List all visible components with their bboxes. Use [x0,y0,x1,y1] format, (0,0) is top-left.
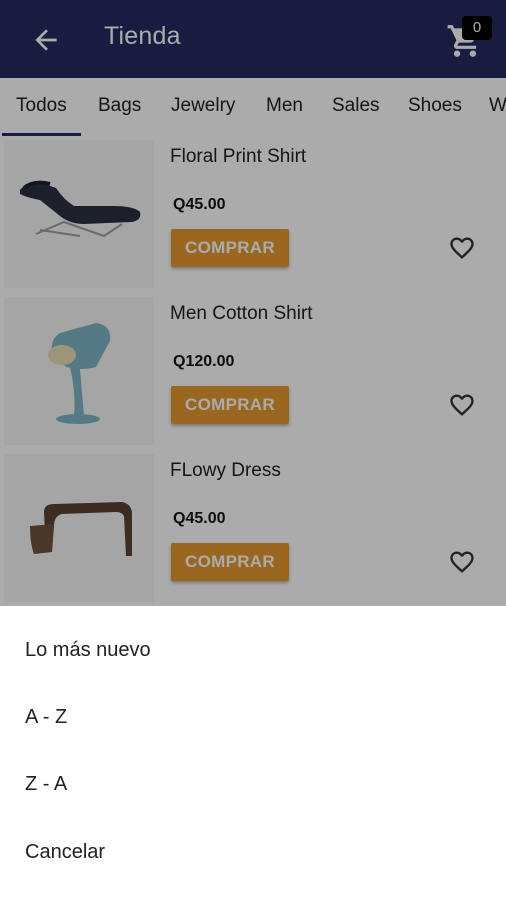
app-screen: Tienda 0 Todos Bags Jewelry Men Sales Sh… [0,0,506,900]
wooden-side-table-image [30,502,132,556]
product-name: Floral Print Shirt [170,146,307,167]
heart-outline-icon [450,551,474,573]
app-bar: Tienda 0 [0,0,506,78]
tab-bags[interactable]: Bags [98,78,141,136]
product-image-lounge-chair[interactable] [4,140,154,288]
tab-jewelry[interactable]: Jewelry [171,78,235,136]
favorite-button[interactable] [448,234,476,262]
back-button[interactable] [30,24,62,56]
sort-option-newest[interactable]: Lo más nuevo [0,617,506,683]
sort-option-a-z[interactable]: A - Z [0,684,506,750]
product-name: Men Cotton Shirt [170,303,313,324]
product-card[interactable]: Floral Print Shirt Q45.00 COMPRAR [0,136,506,293]
lounge-chair-image [20,180,141,238]
sort-bottom-sheet: Lo más nuevo A - Z Z - A Cancelar [0,606,506,900]
cart-count-badge: 0 [462,16,492,40]
tab-todos[interactable]: Todos [2,78,81,136]
favorite-button[interactable] [448,548,476,576]
buy-button[interactable]: COMPRAR [171,543,289,581]
product-price: Q120.00 [173,353,235,370]
product-card[interactable]: Men Cotton Shirt Q120.00 COMPRAR [0,293,506,450]
buy-button[interactable]: COMPRAR [171,229,289,267]
buy-button[interactable]: COMPRAR [171,386,289,424]
tab-sales[interactable]: Sales [332,78,380,136]
category-tabs: Todos Bags Jewelry Men Sales Shoes W [0,78,506,136]
tab-shoes[interactable]: Shoes [408,78,462,136]
heart-outline-icon [450,237,474,259]
favorite-button[interactable] [448,391,476,419]
pouring-lamp-image [48,323,111,424]
page-title: Tienda [104,22,181,50]
sort-option-z-a[interactable]: Z - A [0,751,506,817]
product-image-side-table[interactable] [4,454,154,602]
heart-outline-icon [450,394,474,416]
tab-men[interactable]: Men [266,78,303,136]
product-card[interactable]: FLowy Dress Q45.00 COMPRAR [0,450,506,607]
product-price: Q45.00 [173,510,226,527]
tab-more[interactable]: W [489,78,506,136]
product-name: FLowy Dress [170,460,281,481]
product-price: Q45.00 [173,196,226,213]
cancel-button[interactable]: Cancelar [0,819,506,885]
arrow-back-icon [35,29,57,51]
product-image-pouring-lamp[interactable] [4,297,154,445]
product-list: Floral Print Shirt Q45.00 COMPRAR Men Co… [0,136,506,606]
